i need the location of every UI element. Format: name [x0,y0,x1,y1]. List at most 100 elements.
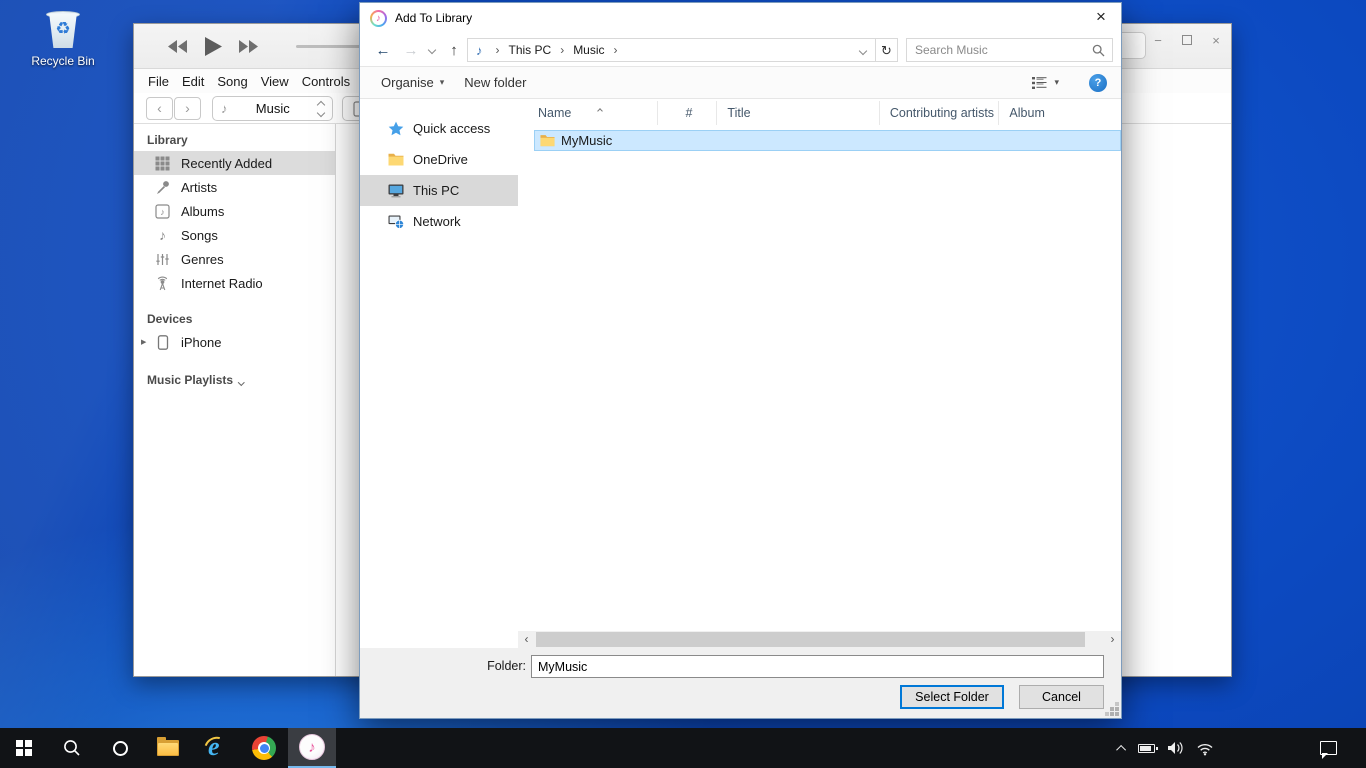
recycle-bin-label: Recycle Bin [24,54,102,68]
column-album[interactable]: Album [999,101,1121,125]
minimize-icon[interactable]: − [1149,33,1167,48]
nav-pane-network[interactable]: Network [360,206,518,237]
scroll-left-icon[interactable]: ‹ [518,631,535,648]
search-icon[interactable] [1092,44,1105,57]
album-icon: ♪ [154,204,171,219]
music-playlists-label: Music Playlists [147,373,233,387]
dialog-main: Quick access OneDrive This PC Network [360,99,1121,650]
dialog-toolbar: Organise ▾ New folder ▾ ? [360,67,1121,99]
dropdown-arrow-icon: ▾ [440,77,445,88]
wifi-icon[interactable] [1196,741,1214,756]
scrollbar-thumb[interactable] [536,632,1085,647]
cortana-button[interactable] [96,728,144,768]
sidebar-item-label: Internet Radio [181,276,263,291]
column-number[interactable]: # [658,101,718,125]
new-folder-button[interactable]: New folder [454,67,536,98]
star-icon [387,121,404,136]
menu-edit[interactable]: Edit [182,74,204,89]
menu-song[interactable]: Song [217,74,247,89]
sidebar-item-artists[interactable]: Artists [134,175,335,199]
column-contributing-artists[interactable]: Contributing artists [880,101,1000,125]
rewind-icon[interactable] [166,39,189,54]
tray-expand-icon[interactable] [1116,744,1126,754]
cancel-button[interactable]: Cancel [1019,685,1104,709]
search-input[interactable] [907,43,1092,57]
breadcrumb[interactable]: ♪ › This PC › Music › [467,38,876,62]
nav-pane-label: Network [413,214,461,229]
itunes-taskbar-button[interactable]: ♪ [288,728,336,768]
dropdown-arrow-icon: ▾ [1054,77,1059,88]
sidebar-item-songs[interactable]: ♪ Songs [134,223,335,247]
folder-name-input[interactable] [531,655,1104,678]
organise-button[interactable]: Organise ▾ [360,67,454,98]
breadcrumb-this-pc[interactable]: This PC [507,43,554,57]
dialog-navigation-bar: ← → ↑ ♪ › This PC › Music › ↻ [360,33,1121,67]
breadcrumb-music[interactable]: Music [571,43,606,57]
folder-icon [540,134,555,147]
media-kind-selector[interactable]: ♪ Music [212,96,333,121]
sidebar-item-albums[interactable]: ♪ Albums [134,199,335,223]
dialog-titlebar[interactable]: ♪ Add To Library × [360,3,1121,33]
column-title[interactable]: Title [717,101,879,125]
media-kind-label: Music [236,101,311,116]
network-icon [387,215,404,229]
address-dropdown-chevron-icon[interactable] [860,43,875,57]
recent-locations-chevron-icon[interactable] [424,33,440,67]
itunes-icon: ♪ [299,734,325,760]
play-icon[interactable] [203,36,223,57]
menu-file[interactable]: File [148,74,169,89]
action-center-button[interactable] [1308,728,1348,768]
sidebar-item-iphone[interactable]: ▶ iPhone [134,330,335,354]
horizontal-scrollbar[interactable]: ‹ › [518,631,1121,648]
up-button[interactable]: ↑ [443,33,465,67]
sidebar-item-internet-radio[interactable]: Internet Radio [134,271,335,295]
recycle-bin[interactable]: ♻ Recycle Bin [24,8,102,68]
column-headers: Name # Title Contributing artists Album [518,101,1121,125]
column-label: Album [1009,106,1044,120]
breadcrumb-separator: › [607,43,625,57]
column-name[interactable]: Name [518,101,658,125]
back-button[interactable]: ← [372,33,394,67]
close-icon[interactable]: × [1207,33,1225,48]
view-mode-button[interactable]: ▾ [1032,77,1089,89]
sidebar-item-genres[interactable]: Genres [134,247,335,271]
dialog-footer: Folder: Select Folder Cancel [360,648,1121,718]
itunes-back-button[interactable]: ‹ [146,97,173,120]
nav-pane-this-pc[interactable]: This PC [360,175,518,206]
itunes-forward-button[interactable]: › [174,97,201,120]
start-button[interactable] [0,728,48,768]
resize-grip[interactable] [1115,712,1119,716]
menu-view[interactable]: View [261,74,289,89]
scroll-right-icon[interactable]: › [1104,631,1121,648]
nav-pane-onedrive[interactable]: OneDrive [360,144,518,175]
file-explorer-button[interactable] [144,728,192,768]
recycle-glyph-icon: ♻ [41,19,85,39]
close-icon[interactable]: × [1081,3,1121,31]
forward-button[interactable]: → [400,33,422,67]
sidebar-item-recently-added[interactable]: Recently Added [134,151,335,175]
folder-icon [387,153,404,166]
internet-explorer-button[interactable]: e [192,728,240,768]
menu-controls[interactable]: Controls [302,74,350,89]
microphone-icon [154,180,171,195]
fast-forward-icon[interactable] [237,39,260,54]
breadcrumb-separator: › [553,43,571,57]
action-center-icon [1320,741,1337,755]
sidebar-item-label: Albums [181,204,224,219]
maximize-icon[interactable] [1178,33,1196,48]
help-button[interactable]: ? [1089,74,1107,92]
music-playlists-header[interactable]: Music Playlists [134,368,335,391]
volume-icon[interactable] [1167,740,1184,756]
taskbar-search-button[interactable] [48,728,96,768]
file-row-mymusic[interactable]: MyMusic [534,130,1121,151]
itunes-window-controls: − × [1149,24,1225,56]
add-to-library-dialog: ♪ Add To Library × ← → ↑ ♪ › This PC › M… [359,2,1122,719]
chrome-button[interactable] [240,728,288,768]
nav-pane-quick-access[interactable]: Quick access [360,113,518,144]
dialog-nav-pane: Quick access OneDrive This PC Network [360,99,518,650]
select-folder-button[interactable]: Select Folder [900,685,1004,709]
expander-icon[interactable]: ▶ [141,338,146,346]
sidebar-item-label: Genres [181,252,224,267]
refresh-button[interactable]: ↻ [876,38,898,62]
battery-icon[interactable] [1138,744,1155,753]
